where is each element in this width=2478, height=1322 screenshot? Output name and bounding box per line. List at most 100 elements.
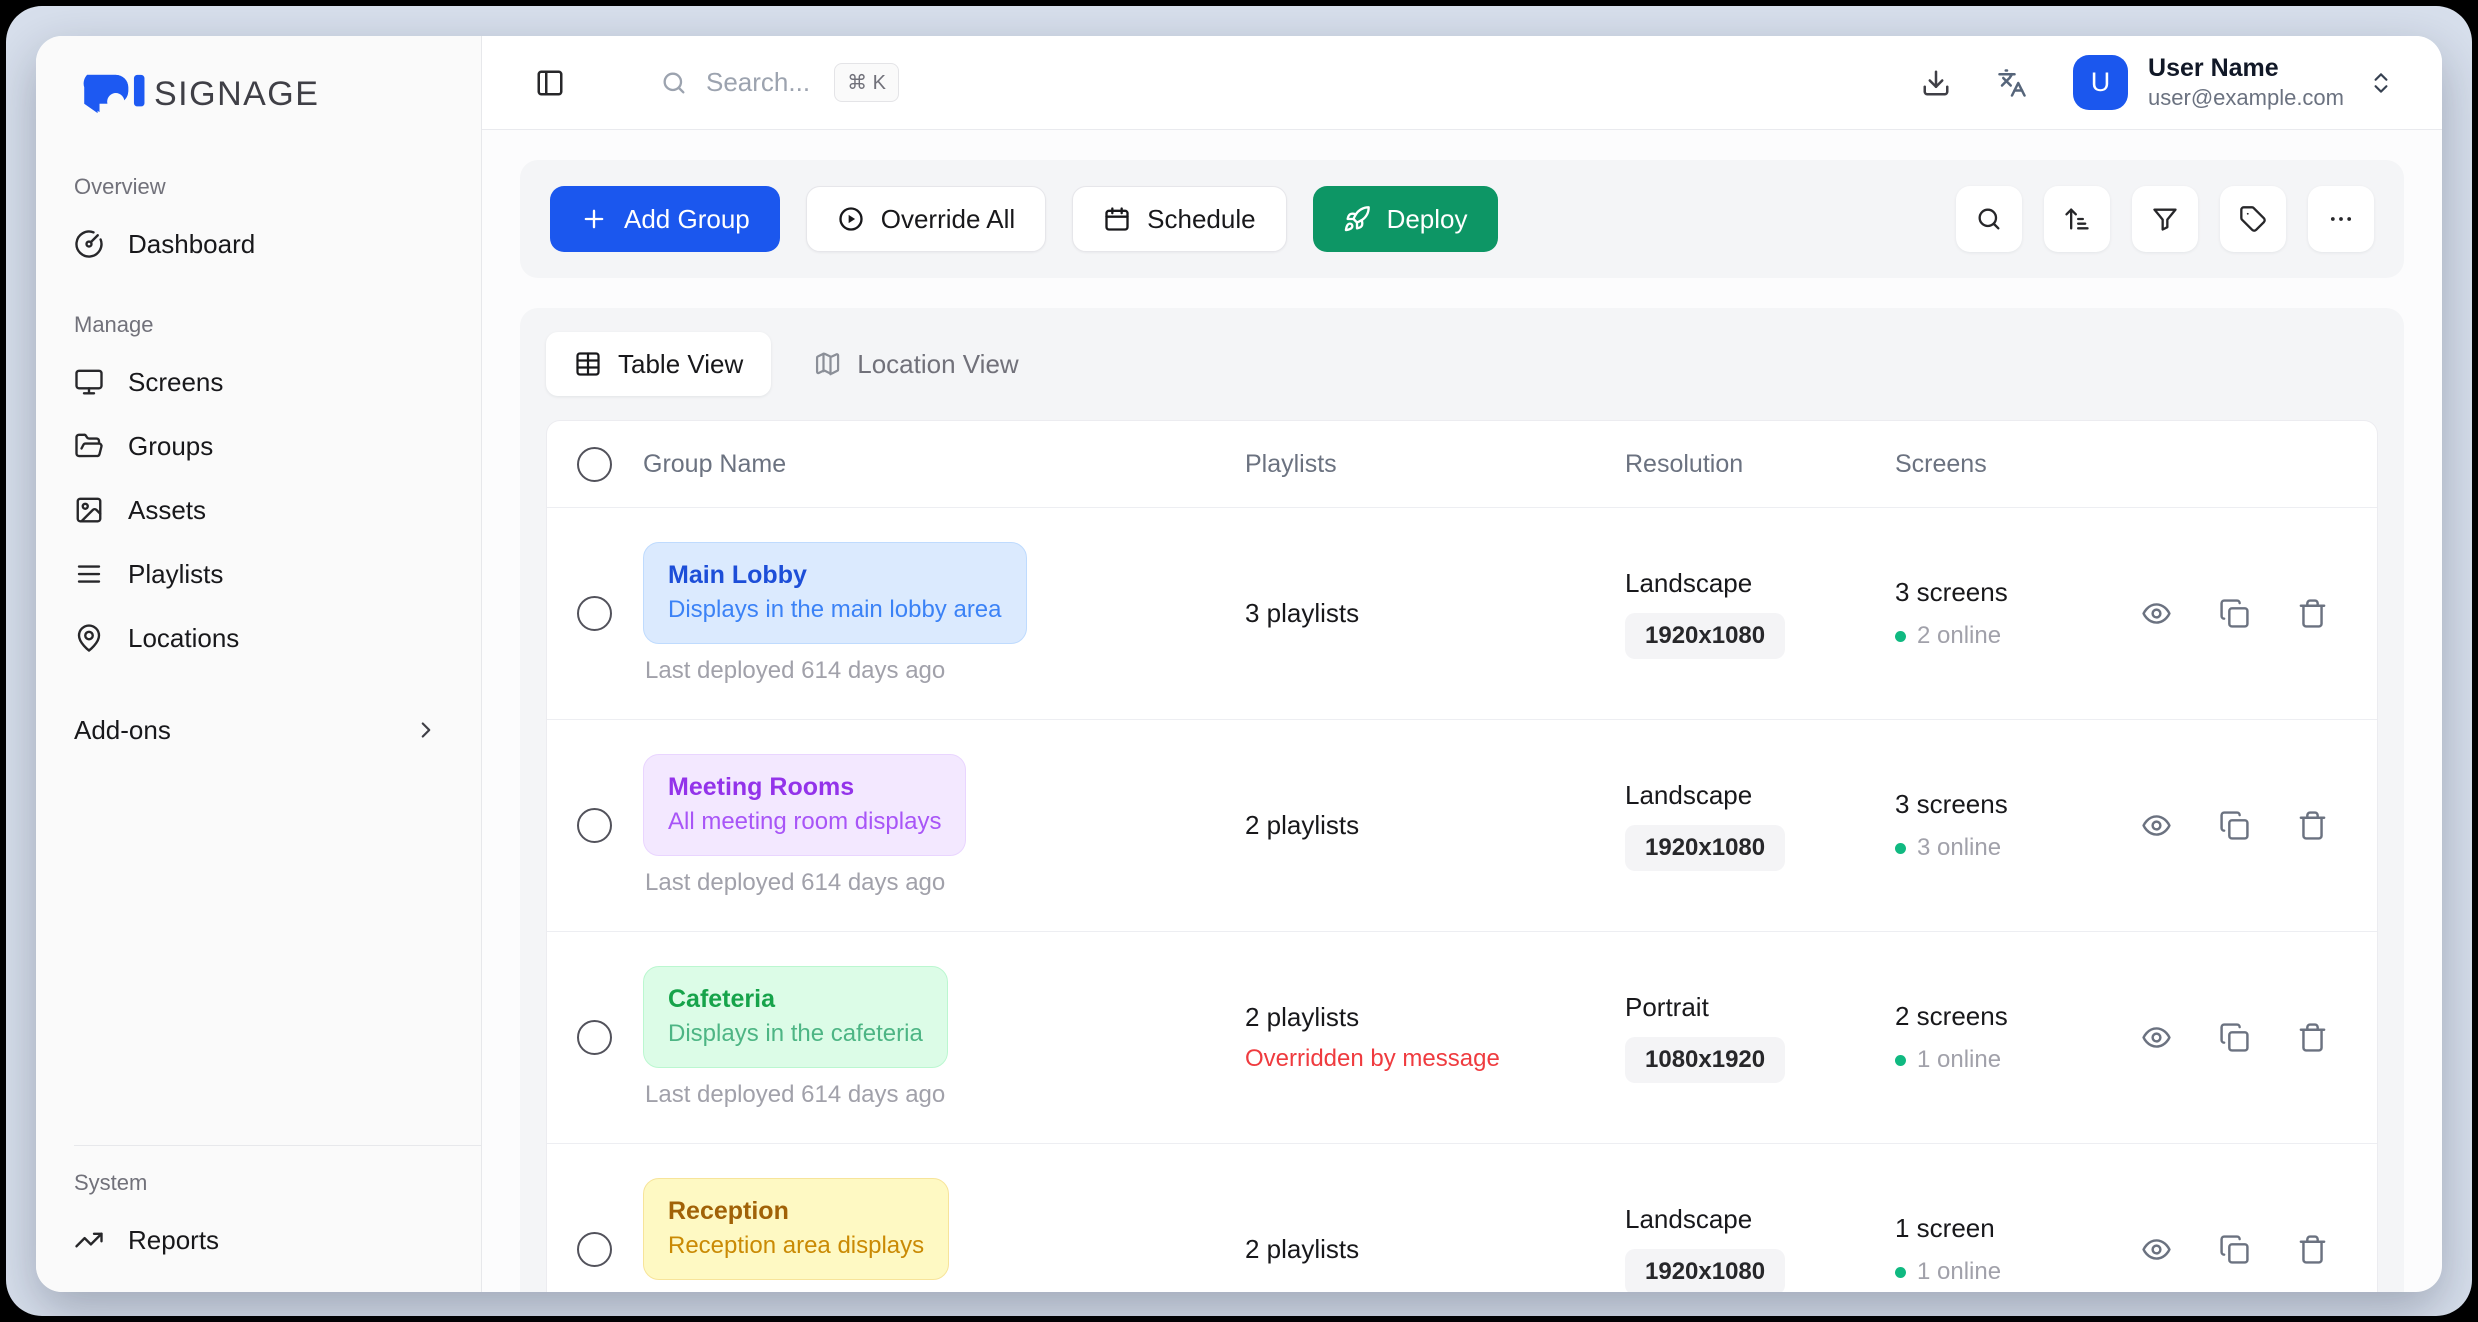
toolbar-icon-group [1956,186,2374,252]
sidebar-item-groups[interactable]: Groups [74,414,481,478]
override-status: Overridden by message [1245,1045,1625,1073]
tab-location-view[interactable]: Location View [785,332,1046,396]
tab-table-view[interactable]: Table View [546,332,771,396]
screens-cell: 1 screen 1 online [1895,1213,2135,1286]
resolution-badge: 1920x1080 [1625,613,1785,659]
schedule-label: Schedule [1147,204,1255,235]
resolution-badge: 1920x1080 [1625,825,1785,871]
sidebar-item-reports[interactable]: Reports [74,1208,481,1272]
group-badge[interactable]: Meeting Rooms All meeting room displays [643,754,966,857]
more-options-button[interactable] [2308,186,2374,252]
sidebar-item-label: Dashboard [128,229,255,260]
override-all-button[interactable]: Override All [806,186,1046,252]
sidebar-section-manage: Manage [74,312,481,338]
select-all-checkbox[interactable] [577,447,612,482]
delete-group-button[interactable] [2297,1022,2328,1053]
row-checkbox[interactable] [577,596,612,631]
download-button[interactable] [1921,68,1951,98]
duplicate-group-button[interactable] [2219,1234,2250,1265]
group-name: Meeting Rooms [668,770,941,805]
view-group-button[interactable] [2141,1234,2172,1265]
groups-panel: Table View Location View Group Name [520,308,2404,1292]
filter-button[interactable] [2132,186,2198,252]
online-dot [1895,631,1906,642]
duplicate-group-button[interactable] [2219,598,2250,629]
group-name-cell: Reception Reception area displays Last d… [643,1178,1245,1292]
online-count: 1 online [1917,1046,2001,1074]
delete-group-button[interactable] [2297,598,2328,629]
group-toolbar: Add Group Override All Schedule Dep [520,160,2404,278]
delete-group-button[interactable] [2297,810,2328,841]
sidebar-item-addons[interactable]: Add-ons [74,698,481,762]
playlists-count: 3 playlists [1245,598,1625,629]
panel-left-icon [535,68,565,98]
orientation-text: Portrait [1625,992,1895,1023]
sidebar-item-playlists[interactable]: Playlists [74,542,481,606]
group-badge[interactable]: Cafeteria Displays in the cafeteria [643,966,948,1069]
brand-name: SIGNAGE [154,75,319,114]
screens-cell: 3 screens 3 online [1895,789,2135,862]
resolution-cell: Landscape 1920x1080 [1625,780,1895,871]
table-row: Cafeteria Displays in the cafeteria Last… [547,931,2377,1143]
view-group-button[interactable] [2141,598,2172,629]
search-shortcut-badge: ⌘ K [834,63,899,102]
user-menu[interactable]: U User Name user@example.com [2073,53,2394,112]
user-name: User Name [2148,53,2344,84]
row-actions [2135,1022,2377,1053]
duplicate-group-button[interactable] [2219,810,2250,841]
add-group-button[interactable]: Add Group [550,186,780,252]
search-icon [1975,205,2003,233]
sidebar-section-overview: Overview [74,174,481,200]
language-button[interactable] [1997,68,2027,98]
gauge-icon [74,229,104,259]
row-checkbox[interactable] [577,808,612,843]
table-row: Reception Reception area displays Last d… [547,1143,2377,1292]
playlists-cell: 2 playlists Overridden by message [1245,1002,1625,1073]
tags-button[interactable] [2220,186,2286,252]
avatar: U [2073,55,2128,110]
view-group-button[interactable] [2141,1022,2172,1053]
delete-group-button[interactable] [2297,1234,2328,1265]
view-group-button[interactable] [2141,810,2172,841]
screens-count: 2 screens [1895,1001,2135,1032]
sidebar-item-dashboard[interactable]: Dashboard [74,212,481,276]
group-badge[interactable]: Reception Reception area displays [643,1178,949,1281]
deploy-button[interactable]: Deploy [1313,186,1498,252]
monitor-icon [74,367,104,397]
sidebar-item-screens[interactable]: Screens [74,350,481,414]
trash-icon [2297,598,2328,629]
languages-icon [1997,68,2027,98]
resolution-badge: 1080x1920 [1625,1037,1785,1083]
group-name-cell: Main Lobby Displays in the main lobby ar… [643,542,1245,686]
online-status: 2 online [1895,622,2135,650]
group-badge[interactable]: Main Lobby Displays in the main lobby ar… [643,542,1027,645]
table-search-button[interactable] [1956,186,2022,252]
row-checkbox[interactable] [577,1232,612,1267]
sidebar-item-assets[interactable]: Assets [74,478,481,542]
duplicate-group-button[interactable] [2219,1022,2250,1053]
ellipsis-icon [2327,205,2355,233]
override-all-label: Override All [881,204,1015,235]
playlists-cell: 2 playlists [1245,810,1625,841]
eye-icon [2141,1022,2172,1053]
column-header-playlists: Playlists [1245,450,1625,479]
global-search[interactable]: Search... ⌘ K [660,63,899,102]
sidebar-toggle-button[interactable] [528,61,572,105]
list-icon [74,559,104,589]
group-name-cell: Cafeteria Displays in the cafeteria Last… [643,966,1245,1110]
schedule-button[interactable]: Schedule [1072,186,1286,252]
user-info: User Name user@example.com [2148,53,2344,112]
last-deployed-text: Last deployed 614 days ago [643,657,1245,685]
sidebar-item-label: Playlists [128,559,223,590]
screens-cell: 3 screens 2 online [1895,577,2135,650]
sidebar-footer: System Reports [74,1145,481,1272]
last-deployed-text: Last deployed 614 days ago [643,1081,1245,1109]
row-checkbox[interactable] [577,1020,612,1055]
logo: SIGNAGE [74,66,481,122]
resolution-cell: Portrait 1080x1920 [1625,992,1895,1083]
sort-button[interactable] [2044,186,2110,252]
sidebar-item-locations[interactable]: Locations [74,606,481,670]
main-area: Search... ⌘ K U User Name [482,36,2442,1292]
view-tabs: Table View Location View [546,332,2378,396]
sidebar: SIGNAGE Overview Dashboard Manage Screen… [36,36,482,1292]
